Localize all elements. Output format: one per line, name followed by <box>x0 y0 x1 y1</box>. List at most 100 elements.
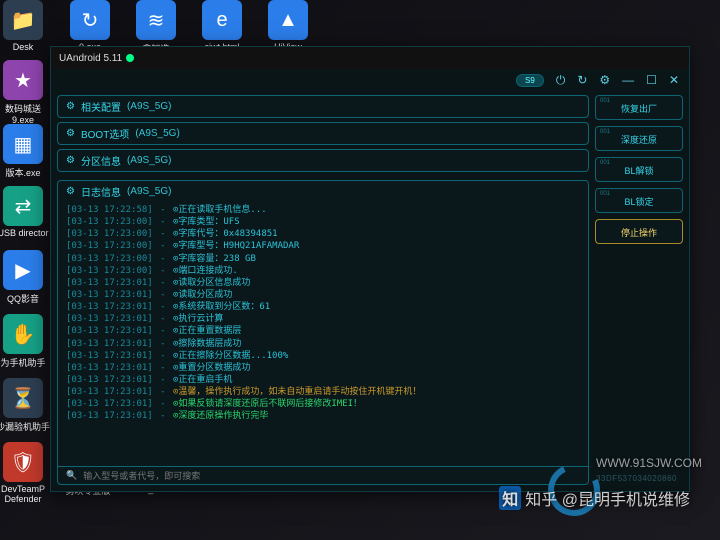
desktop-icon[interactable]: ✋ 为手机助手 <box>0 314 51 369</box>
log-line: [03-13 17:23:01] - ⊙擦除数据层成功 <box>66 338 580 350</box>
device-badge[interactable]: S9 <box>516 74 544 87</box>
window-titlebar[interactable]: UAndroid 5.11 <box>51 47 689 69</box>
app-icon: ↻ <box>70 0 110 40</box>
log-panel-model: (A9S_5G) <box>127 186 171 197</box>
panel-title: 相关配置 <box>81 99 121 114</box>
sidebar-button-num: 001 <box>600 160 610 166</box>
watermark-url: WWW.91SJW.COM <box>596 456 702 470</box>
log-panel-header[interactable]: ⚙ 日志信息 (A9S_5G) <box>58 181 588 202</box>
status-dot-icon <box>126 54 134 62</box>
watermark-author: 知 知乎 @昆明手机说维修 <box>499 486 690 510</box>
desktop-icon-label: 版本.exe <box>0 166 51 179</box>
sidebar-button-label: BL锁定 <box>624 197 653 207</box>
watermark-text: 知乎 @昆明手机说维修 <box>525 486 690 510</box>
refresh-icon[interactable]: ↻ <box>577 73 587 87</box>
sidebar-button-label: 停止操作 <box>621 228 657 238</box>
desktop-icon-label: 沙漏验机助手 <box>0 420 51 433</box>
gear-icon: ⚙ <box>66 186 75 197</box>
desktop-icon[interactable]: ⏳沙漏验机助手 <box>0 378 51 433</box>
log-line: [03-13 17:23:00] - ⊙字库类型：UFS <box>66 216 580 228</box>
app-icon: ▶ <box>3 250 43 290</box>
panel-model: (A9S_5G) <box>127 101 171 112</box>
log-body: [03-13 17:22:58] - ⊙正在读取手机信息...[03-13 17… <box>58 202 588 466</box>
sidebar-button-num: 001 <box>600 129 610 135</box>
log-line: [03-13 17:23:01] - ⊙执行云计算 <box>66 313 580 325</box>
sidebar-button[interactable]: 001 BL解锁 <box>595 157 683 182</box>
gear-icon: ⚙ <box>66 155 75 166</box>
collapsible-panel[interactable]: ⚙ 分区信息 (A9S_5G) <box>57 149 589 172</box>
collapsible-panel[interactable]: ⚙ 相关配置 (A9S_5G) <box>57 95 589 118</box>
log-panel: ⚙ 日志信息 (A9S_5G) [03-13 17:22:58] - ⊙正在读取… <box>57 180 589 485</box>
sidebar-button[interactable]: 001 深度还原 <box>595 126 683 151</box>
panel-header[interactable]: ⚙ BOOT选项 (A9S_5G) <box>58 123 588 144</box>
panel-title: BOOT选项 <box>81 126 129 141</box>
panel-model: (A9S_5G) <box>135 128 179 139</box>
log-line: [03-13 17:23:01] - ⊙深度还原操作执行完毕 <box>66 410 580 422</box>
search-input[interactable] <box>83 471 580 481</box>
sidebar-button-label: 深度还原 <box>621 135 657 145</box>
panel-model: (A9S_5G) <box>127 155 171 166</box>
log-panel-title: 日志信息 <box>81 184 121 199</box>
search-row: 🔍 <box>58 466 588 484</box>
log-line: [03-13 17:23:01] - ⊙温馨，操作执行成功，如未自动重启请手动按… <box>66 386 580 398</box>
log-line: [03-13 17:23:01] - ⊙系统获取到分区数：61 <box>66 301 580 313</box>
log-line: [03-13 17:23:00] - ⊙字库型号：H9HQ21AFAMADAR <box>66 240 580 252</box>
panel-header[interactable]: ⚙ 相关配置 (A9S_5G) <box>58 96 588 117</box>
log-line: [03-13 17:23:00] - ⊙端口连接成功. <box>66 265 580 277</box>
search-icon: 🔍 <box>66 470 77 481</box>
desktop-icon[interactable]: ▦ 版本.exe <box>0 124 51 179</box>
close-icon[interactable]: ✕ <box>669 73 679 87</box>
log-line: [03-13 17:23:01] - ⊙读取分区成功 <box>66 289 580 301</box>
desktop-icon[interactable]: ★数码城送9.exe <box>0 60 51 125</box>
sidebar-button[interactable]: 001恢复出厂 <box>595 95 683 120</box>
minimize-icon[interactable]: — <box>622 73 634 87</box>
desktop-icon-label: QQ影音 <box>0 292 51 305</box>
gear-icon: ⚙ <box>66 101 75 112</box>
desktop-icon-label: Desk <box>0 42 51 52</box>
log-line: [03-13 17:23:00] - ⊙字库容量：238 GB <box>66 253 580 265</box>
maximize-icon[interactable]: ☐ <box>646 73 657 87</box>
sidebar-button[interactable]: 001 BL锁定 <box>595 188 683 213</box>
app-icon: 🛡 <box>3 442 43 482</box>
power-icon[interactable]: ⏻ <box>556 73 566 88</box>
sidebar-button-num: 001 <box>600 191 610 197</box>
app-icon: ✋ <box>3 314 43 354</box>
log-line: [03-13 17:22:58] - ⊙正在读取手机信息... <box>66 204 580 216</box>
sidebar: 001恢复出厂001深度还原001BL解锁001BL锁定停止操作 <box>595 95 683 485</box>
app-icon: ≋ <box>136 0 176 40</box>
panel-header[interactable]: ⚙ 分区信息 (A9S_5G) <box>58 150 588 171</box>
log-line: [03-13 17:23:00] - ⊙字库代号：0x48394851 <box>66 228 580 240</box>
log-line: [03-13 17:23:01] - ⊙正在重置数据层 <box>66 325 580 337</box>
app-icon: ▲ <box>268 0 308 40</box>
desktop-icon[interactable]: 📁 Desk <box>0 0 51 52</box>
footer-serial: 33DF537034020860 <box>596 474 677 483</box>
app-icon: ▦ <box>3 124 43 164</box>
main-column: ⚙ 相关配置 (A9S_5G) ⚙ BOOT选项 (A9S_5G) ⚙ 分区信息 (A9S_5G… <box>57 95 589 485</box>
desktop-icon[interactable]: ▲HiView <box>260 0 316 52</box>
log-line: [03-13 17:23:01] - ⊙读取分区信息成功 <box>66 277 580 289</box>
desktop-icon[interactable]: ↻0.exe <box>62 0 118 52</box>
uandroid-window: UAndroid 5.11 S9 ⏻ ↻ ⚙ — ☐ ✕ ⚙ 相关配置 (A9S_5… <box>50 46 690 492</box>
sidebar-button[interactable]: 停止操作 <box>595 219 683 244</box>
desktop-icon-label: USB director <box>0 228 51 238</box>
settings-icon[interactable]: ⚙ <box>599 73 610 87</box>
sidebar-button-num: 001 <box>600 98 610 104</box>
desktop-icon[interactable]: ⇄USB director <box>0 186 51 238</box>
app-icon: 📁 <box>3 0 43 40</box>
log-line: [03-13 17:23:01] - ⊙正在擦除分区数据...100% <box>66 350 580 362</box>
log-line: [03-13 17:23:01] - ⊙正在重启手机 <box>66 374 580 386</box>
window-toolbar: S9 ⏻ ↻ ⚙ — ☐ ✕ <box>51 69 689 91</box>
desktop-icon-label: 为手机助手 <box>0 356 51 369</box>
desktop-icon[interactable]: ecjwt.html <box>194 0 250 52</box>
collapsible-panel[interactable]: ⚙ BOOT选项 (A9S_5G) <box>57 122 589 145</box>
panel-title: 分区信息 <box>81 153 121 168</box>
app-icon: ★ <box>3 60 43 100</box>
app-icon: e <box>202 0 242 40</box>
desktop-icon[interactable]: ▶ QQ影音 <box>0 250 51 305</box>
log-line: [03-13 17:23:01] - ⊙重置分区数据成功 <box>66 362 580 374</box>
log-line: [03-13 17:23:01] - ⊙如果反锁请深度还原后不联网后接修改IME… <box>66 398 580 410</box>
gear-icon: ⚙ <box>66 128 75 139</box>
desktop-icon[interactable]: 🛡DevTeamP Defender <box>0 442 51 504</box>
sidebar-button-label: BL解锁 <box>624 166 653 176</box>
desktop-icon-label: DevTeamP Defender <box>0 484 51 504</box>
